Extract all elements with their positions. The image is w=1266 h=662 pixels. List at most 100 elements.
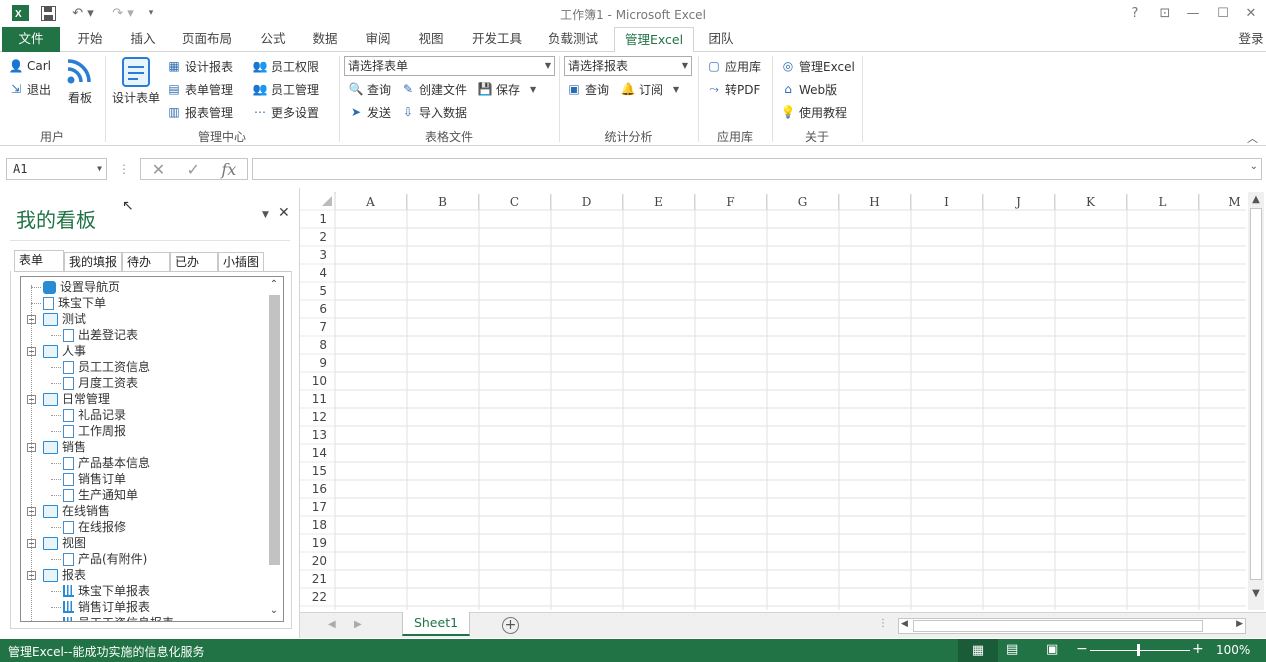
panel-options-icon[interactable]: ▼ — [262, 210, 269, 220]
column-header[interactable]: C — [479, 194, 551, 210]
tab-formulas[interactable]: 公式 — [250, 27, 296, 52]
select-form-dropdown[interactable]: 请选择表单 ▼ — [344, 56, 555, 76]
row-header[interactable]: 21 — [300, 570, 334, 588]
tree-item[interactable]: 礼品记录 — [63, 407, 126, 423]
vertical-scrollbar[interactable]: ▲ ▼ — [1248, 192, 1264, 610]
scroll-thumb[interactable] — [1250, 208, 1262, 580]
tree-item[interactable]: 在线报修 — [63, 519, 126, 535]
row-header[interactable]: 17 — [300, 498, 334, 516]
tree-folder[interactable]: 在线销售 — [43, 503, 110, 519]
next-sheet-icon[interactable]: ▶ — [354, 619, 362, 630]
save-button[interactable]: 💾 保存 ▼ — [477, 79, 537, 99]
panel-tab-todo[interactable]: 待办 — [122, 252, 170, 272]
split-handle-icon[interactable]: ⋮ — [878, 618, 888, 629]
zoom-level[interactable]: 100% — [1216, 643, 1250, 657]
tab-data[interactable]: 数据 — [302, 27, 348, 52]
close-icon[interactable]: ✕ — [1238, 3, 1264, 23]
tab-developer[interactable]: 开发工具 — [462, 27, 532, 52]
app-store-button[interactable]: ▢ 应用库 — [706, 56, 761, 76]
tutorial-button[interactable]: 💡 使用教程 — [780, 102, 848, 122]
row-header[interactable]: 2 — [300, 228, 334, 246]
scroll-thumb[interactable] — [269, 295, 280, 565]
row-header[interactable]: 12 — [300, 408, 334, 426]
signin-link[interactable]: 登录 — [1236, 27, 1266, 52]
tab-page-layout[interactable]: 页面布局 — [172, 27, 242, 52]
row-header[interactable]: 5 — [300, 282, 334, 300]
prev-sheet-icon[interactable]: ◀ — [328, 619, 336, 630]
panel-tab-done[interactable]: 已办 — [170, 252, 218, 272]
logout-button[interactable]: ⇲ 退出 — [8, 79, 51, 99]
select-all-corner[interactable] — [322, 196, 332, 206]
tree-folder[interactable]: 测试 — [43, 311, 86, 327]
row-header[interactable]: 13 — [300, 426, 334, 444]
user-carl-button[interactable]: 👤 Carl — [8, 56, 51, 76]
row-header[interactable]: 10 — [300, 372, 334, 390]
emp-perm-button[interactable]: 👥 员工权限 — [252, 56, 320, 76]
column-header[interactable]: D — [551, 194, 623, 210]
help-icon[interactable]: ? — [1122, 3, 1148, 23]
minimize-icon[interactable]: — — [1180, 3, 1206, 23]
select-report-dropdown[interactable]: 请选择报表 ▼ — [564, 56, 692, 76]
name-box[interactable]: A1 ▼ — [6, 158, 107, 180]
column-header[interactable]: F — [695, 194, 767, 210]
tree-folder[interactable]: 视图 — [43, 535, 86, 551]
column-header[interactable]: A — [335, 194, 407, 210]
row-header[interactable]: 9 — [300, 354, 334, 372]
row-header[interactable]: 6 — [300, 300, 334, 318]
column-header[interactable]: G — [767, 194, 839, 210]
chevron-down-icon[interactable]: ⌄ — [1250, 161, 1258, 172]
import-data-button[interactable]: ⇩ 导入数据 — [400, 102, 467, 122]
tree-item[interactable]: 月度工资表 — [63, 375, 138, 391]
row-header[interactable]: 18 — [300, 516, 334, 534]
row-header[interactable]: 3 — [300, 246, 334, 264]
row-header[interactable]: 20 — [300, 552, 334, 570]
scroll-up-icon[interactable]: ▲ — [1248, 192, 1264, 208]
tab-load-test[interactable]: 负载测试 — [538, 27, 608, 52]
tree-item[interactable]: 产品(有附件) — [63, 551, 147, 567]
report-manage-button[interactable]: ▥ 报表管理 — [166, 102, 233, 122]
panel-tab-forms[interactable]: 表单 — [14, 250, 64, 272]
tree-item[interactable]: 出差登记表 — [63, 327, 138, 343]
panel-tab-my-submissions[interactable]: 我的填报 — [64, 252, 122, 272]
more-settings-button[interactable]: ⋯ 更多设置 — [252, 102, 319, 122]
column-header[interactable]: I — [911, 194, 983, 210]
function-icon[interactable]: fx — [221, 160, 236, 179]
cancel-icon[interactable]: ✕ — [152, 160, 165, 179]
tab-team[interactable]: 团队 — [698, 27, 744, 52]
tree-item[interactable]: 设置导航页 — [43, 279, 120, 295]
formula-input[interactable]: ⌄ — [252, 158, 1262, 180]
tree-folder[interactable]: 日常管理 — [43, 391, 110, 407]
column-header[interactable]: B — [407, 194, 479, 210]
tree-item[interactable]: 珠宝下单报表 — [63, 583, 150, 599]
maximize-icon[interactable]: ☐ — [1210, 3, 1236, 23]
ribbon-display-icon[interactable]: ⊡ — [1152, 3, 1178, 23]
tree-item[interactable]: 销售订单 — [63, 471, 126, 487]
zoom-out-icon[interactable]: − — [1076, 641, 1088, 657]
row-header[interactable]: 11 — [300, 390, 334, 408]
board-button[interactable]: 看板 — [64, 56, 96, 106]
design-report-button[interactable]: ▦ 设计报表 — [166, 56, 233, 76]
tree-folder[interactable]: 销售 — [43, 439, 86, 455]
zoom-slider-track[interactable] — [1090, 650, 1190, 651]
column-header[interactable]: H — [839, 194, 911, 210]
zoom-in-icon[interactable]: + — [1192, 641, 1204, 657]
check-icon[interactable]: ✓ — [187, 160, 200, 179]
row-header[interactable]: 4 — [300, 264, 334, 282]
sheet-tab-sheet1[interactable]: Sheet1 — [402, 612, 470, 636]
tree-item[interactable]: 员工工资信息报表 — [63, 615, 174, 621]
collapse-ribbon-icon[interactable]: ︿ — [1247, 130, 1258, 146]
page-break-view-icon[interactable]: ▣ — [1046, 642, 1058, 657]
scroll-up-icon[interactable]: ⌃ — [267, 279, 281, 293]
form-manage-button[interactable]: ▤ 表单管理 — [166, 79, 233, 99]
scroll-down-icon[interactable]: ▼ — [1248, 586, 1264, 602]
zoom-slider-thumb[interactable] — [1137, 644, 1140, 656]
column-header[interactable]: L — [1127, 194, 1199, 210]
manage-excel-button[interactable]: ◎ 管理Excel — [780, 56, 855, 76]
row-header[interactable]: 19 — [300, 534, 334, 552]
row-header[interactable]: 7 — [300, 318, 334, 336]
send-button[interactable]: ➤ 发送 — [348, 102, 391, 122]
tree-scrollbar[interactable]: ⌃ ⌄ — [267, 279, 281, 619]
row-header[interactable]: 16 — [300, 480, 334, 498]
row-header[interactable]: 15 — [300, 462, 334, 480]
tab-manage-excel[interactable]: 管理Excel — [614, 27, 694, 53]
